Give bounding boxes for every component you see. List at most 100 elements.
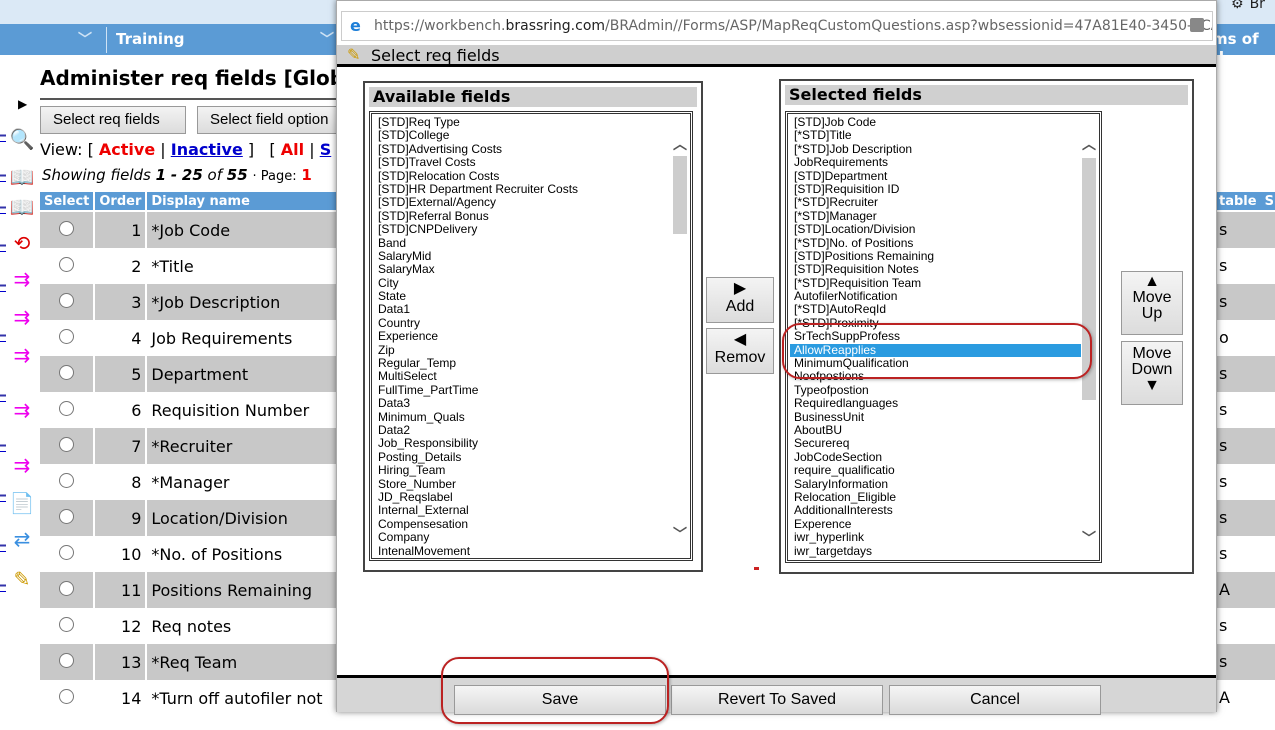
import-excel-icon[interactable]: ⇉ <box>8 343 36 369</box>
list-option[interactable]: Experence <box>790 517 1081 531</box>
list-option[interactable]: SalaryInformation <box>790 477 1081 491</box>
list-option[interactable]: Relocation_Eligible <box>790 490 1081 504</box>
list-option[interactable]: Data2 <box>374 423 672 437</box>
select-radio[interactable] <box>59 508 75 524</box>
swap-arrows-icon[interactable]: ⇄ <box>8 527 36 553</box>
page-number-link[interactable]: 1 <box>301 166 311 184</box>
select-radio[interactable] <box>59 328 75 344</box>
list-option[interactable]: [STD]College <box>374 128 672 142</box>
nav-item-terms[interactable]: ms of U <box>1212 30 1275 66</box>
select-field-options-button[interactable]: Select field option <box>197 106 337 134</box>
list-option[interactable]: Experience <box>374 329 672 343</box>
e-document-icon[interactable]: 📄 <box>8 491 36 517</box>
import-excel-icon[interactable]: ⇉ <box>8 305 36 331</box>
list-option[interactable]: [*STD]Job Description <box>790 142 1081 156</box>
import-excel-icon[interactable]: ⇉ <box>8 267 36 293</box>
side-link[interactable] <box>0 330 6 342</box>
list-option[interactable]: Country <box>374 316 672 330</box>
scrollbar[interactable]: ︿ ﹀ <box>672 116 688 556</box>
list-option[interactable]: Compensesation <box>374 517 672 531</box>
list-option[interactable]: [STD]Req Type <box>374 115 672 129</box>
list-option[interactable]: Typeofpostion <box>790 383 1081 397</box>
side-link[interactable] <box>0 390 6 402</box>
side-link[interactable] <box>0 170 6 182</box>
list-option[interactable]: Requiredlanguages <box>790 396 1081 410</box>
list-option[interactable]: SalaryMax <box>374 262 672 276</box>
list-option[interactable]: [STD]External/Agency <box>374 195 672 209</box>
list-option[interactable]: [*STD]Title <box>790 128 1081 142</box>
list-option[interactable]: SalaryMid <box>374 249 672 263</box>
list-option[interactable]: [*STD]No. of Positions <box>790 236 1081 250</box>
list-option[interactable]: [*STD]Recruiter <box>790 195 1081 209</box>
side-link[interactable] <box>0 440 6 452</box>
select-radio[interactable] <box>59 400 75 416</box>
list-option[interactable]: [*STD]Requisition Team <box>790 276 1081 290</box>
list-option[interactable]: [STD]Referral Bonus <box>374 209 672 223</box>
list-option[interactable]: [STD]Advertising Costs <box>374 142 672 156</box>
list-option[interactable]: [STD]Location/Division <box>790 222 1081 236</box>
list-option[interactable]: Posting_Details <box>374 450 672 464</box>
url-bar[interactable]: e https://workbench.brassring.com/BRAdmi… <box>341 11 1213 41</box>
list-option[interactable]: [STD]HR Department Recruiter Costs <box>374 182 672 196</box>
chevron-down-icon[interactable]: ﹀ <box>78 29 92 49</box>
select-radio[interactable] <box>59 472 75 488</box>
select-radio[interactable] <box>59 580 75 596</box>
list-option[interactable]: [STD]Job Code <box>790 115 1081 129</box>
list-option[interactable]: iwr_targetdays <box>790 544 1081 558</box>
pencil-icon[interactable]: ✎ <box>8 567 36 593</box>
list-option[interactable]: Job_Responsibility <box>374 436 672 450</box>
list-option[interactable]: [*STD]AutoReqId <box>790 303 1081 317</box>
side-link[interactable] <box>0 240 6 252</box>
view-inactive-link[interactable]: Inactive <box>171 140 243 159</box>
side-link[interactable] <box>0 540 6 552</box>
list-option[interactable]: [STD]Positions Remaining <box>790 249 1081 263</box>
select-radio[interactable] <box>59 616 75 632</box>
list-option[interactable]: [STD]Requisition Notes <box>790 262 1081 276</box>
list-option[interactable]: [STD]CNPDelivery <box>374 222 672 236</box>
list-option[interactable]: MultiSelect <box>374 370 672 384</box>
list-option[interactable]: State <box>374 289 672 303</box>
list-option[interactable]: Hiring_Team <box>374 463 672 477</box>
list-option[interactable]: JobCodeSection <box>790 450 1081 464</box>
list-option[interactable]: Regular_Temp <box>374 356 672 370</box>
select-radio[interactable] <box>59 436 75 452</box>
select-radio[interactable] <box>59 364 75 380</box>
scroll-up-icon[interactable]: ︿ <box>1081 134 1097 152</box>
select-radio[interactable] <box>59 256 75 272</box>
list-option[interactable]: iwr_hyperlink <box>790 530 1081 544</box>
move-up-button[interactable]: ▲ Move Up <box>1121 271 1183 335</box>
list-option[interactable]: AboutBU <box>790 423 1081 437</box>
list-option[interactable]: Minimum_Quals <box>374 410 672 424</box>
view-active-link[interactable]: Active <box>99 140 155 159</box>
list-option[interactable]: require_qualificatio <box>790 463 1081 477</box>
list-option[interactable]: Data1 <box>374 303 672 317</box>
list-option[interactable]: IntenalMovement <box>374 544 672 558</box>
scroll-down-icon[interactable]: ﹀ <box>1081 528 1097 546</box>
side-link[interactable] <box>0 490 6 502</box>
side-link[interactable] <box>0 202 6 214</box>
chevron-down-icon[interactable]: ﹀ <box>320 29 334 49</box>
list-option[interactable]: JobRequirements <box>790 155 1081 169</box>
view-all-link[interactable]: All <box>281 140 304 159</box>
list-option[interactable]: Data3 <box>374 396 672 410</box>
view-other-link[interactable]: S <box>320 140 332 159</box>
book-icon[interactable]: 📖 <box>8 165 36 191</box>
list-option[interactable]: [STD]Requisition ID <box>790 182 1081 196</box>
list-option[interactable]: [STD]Travel Costs <box>374 155 672 169</box>
available-fields-listbox[interactable]: [STD]Req Type [STD]College [STD]Advertisin… <box>369 111 693 561</box>
book-icon[interactable]: 📖 <box>8 195 36 221</box>
list-option[interactable]: Store_Number <box>374 477 672 491</box>
side-link[interactable] <box>0 130 6 142</box>
select-radio[interactable] <box>59 292 75 308</box>
list-option[interactable]: Band <box>374 236 672 250</box>
add-button[interactable]: ▶ Add <box>706 277 774 323</box>
list-option[interactable]: [STD]Relocation Costs <box>374 169 672 183</box>
move-down-button[interactable]: Move Down ▼ <box>1121 341 1183 405</box>
scroll-down-icon[interactable]: ﹀ <box>672 524 688 542</box>
list-option[interactable]: AdditionalInterests <box>790 503 1081 517</box>
revert-to-saved-button[interactable]: Revert To Saved <box>671 685 883 715</box>
remove-button[interactable]: ◀ Remov <box>706 328 774 374</box>
select-req-fields-button[interactable]: Select req fields <box>40 106 186 134</box>
scroll-thumb[interactable] <box>673 156 687 234</box>
list-option[interactable]: BusinessUnit <box>790 410 1081 424</box>
